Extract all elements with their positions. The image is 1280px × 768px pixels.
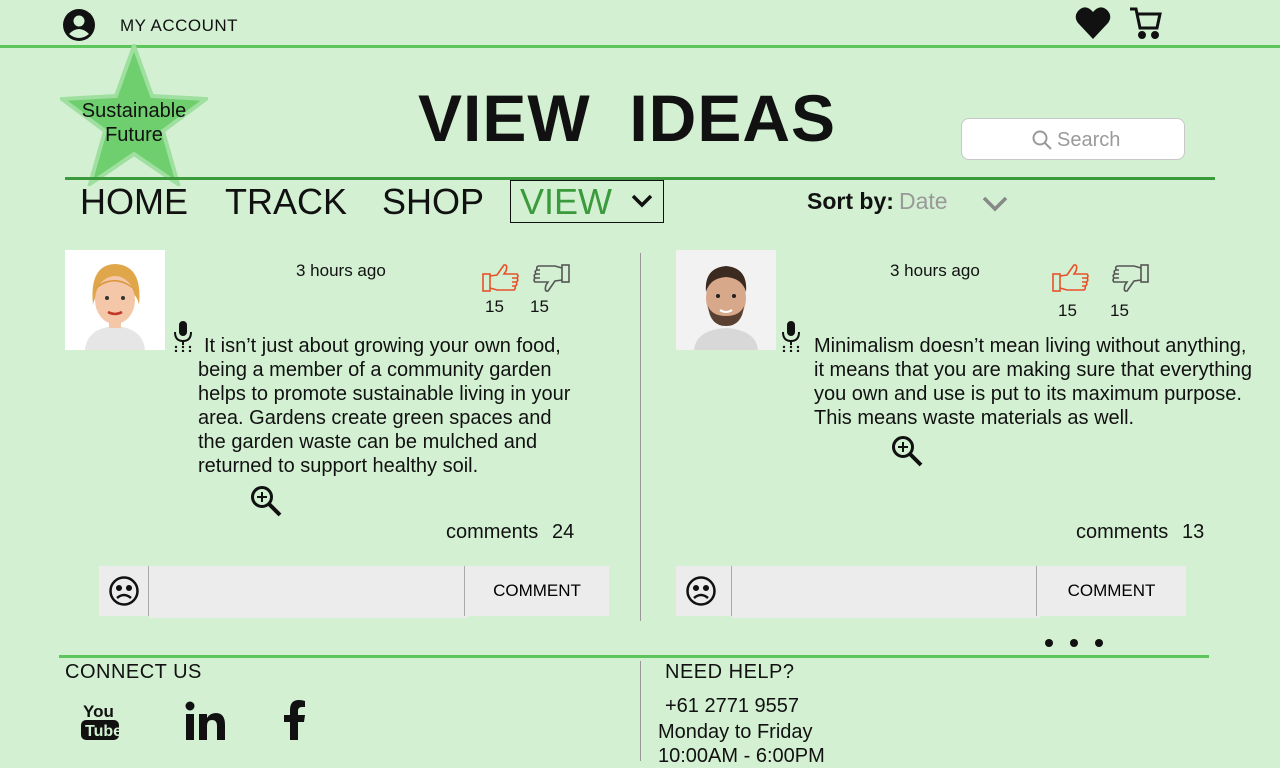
heart-icon[interactable] <box>1074 4 1112 47</box>
avatar-woman <box>65 250 165 350</box>
dot <box>1070 639 1078 647</box>
svg-text:Tube: Tube <box>85 723 120 740</box>
dislike-count: 15 <box>1110 301 1129 320</box>
avatar-man <box>676 250 776 350</box>
microphone-icon[interactable] <box>780 320 802 357</box>
my-account-link[interactable]: MY ACCOUNT <box>120 16 238 36</box>
search-icon <box>1032 130 1052 155</box>
thumbs-up-icon[interactable] <box>1052 262 1090 299</box>
logo-text: Sustainable Future <box>66 99 202 147</box>
post-time: 3 hours ago <box>296 261 386 280</box>
post-text: Minimalism doesn’t mean living without a… <box>814 335 1253 429</box>
zoom-in-icon[interactable] <box>891 435 923 472</box>
thumbs-up-icon[interactable] <box>482 262 520 299</box>
search-box[interactable]: Search <box>961 118 1185 160</box>
comments-count: 13 <box>1182 521 1205 543</box>
page-title: VIEW IDEAS <box>418 81 837 155</box>
comments-label[interactable]: comments <box>446 521 538 544</box>
posts-divider <box>640 253 641 621</box>
opening-days: Monday to Friday <box>658 721 813 743</box>
connect-us-heading: CONNECT US <box>65 661 202 683</box>
nav-shop[interactable]: SHOP <box>382 181 484 223</box>
microphone-icon[interactable] <box>172 320 194 357</box>
comment-form: COMMENT <box>676 566 1186 618</box>
dot <box>1045 639 1053 647</box>
footer-divider <box>59 655 1209 658</box>
opening-hours: 10:00AM - 6:00PM <box>658 745 825 767</box>
nav-home[interactable]: HOME <box>80 181 188 223</box>
comment-form: COMMENT <box>99 566 609 618</box>
comments-count: 24 <box>552 521 575 543</box>
comment-input[interactable] <box>732 566 1040 618</box>
nav-view-label: VIEW <box>520 181 613 222</box>
sort-select[interactable]: Date <box>899 188 948 215</box>
post-time: 3 hours ago <box>890 261 980 280</box>
sort-chevron-down-icon[interactable] <box>982 196 1008 217</box>
thumbs-down-icon[interactable] <box>1111 262 1149 299</box>
comment-input[interactable] <box>149 566 468 618</box>
cart-icon[interactable] <box>1128 4 1164 45</box>
logo-line-2: Future <box>105 124 163 146</box>
comments-label[interactable]: comments <box>1076 521 1168 544</box>
comment-button[interactable]: COMMENT <box>464 566 609 616</box>
phone-number[interactable]: +61 2771 9557 <box>665 695 799 718</box>
youtube-icon[interactable]: You Tube <box>80 700 122 745</box>
emoji-picker-button[interactable] <box>676 566 732 616</box>
zoom-in-icon[interactable] <box>250 485 282 522</box>
nav-track[interactable]: TRACK <box>225 181 347 223</box>
like-count: 15 <box>485 297 504 316</box>
dislike-count: 15 <box>530 297 549 316</box>
like-count: 15 <box>1058 301 1077 320</box>
sort-label: Sort by: <box>807 188 894 214</box>
dot <box>1095 639 1103 647</box>
footer-column-divider <box>640 661 641 761</box>
need-help-heading: NEED HELP? <box>665 661 795 683</box>
thumbs-down-icon[interactable] <box>532 262 570 299</box>
facebook-icon[interactable] <box>284 700 306 745</box>
account-icon[interactable] <box>62 8 96 47</box>
emoji-picker-button[interactable] <box>99 566 149 616</box>
more-dots-icon[interactable] <box>1045 639 1103 647</box>
nav-view-dropdown[interactable]: VIEW <box>510 180 664 223</box>
search-input[interactable]: Search <box>1057 129 1120 152</box>
svg-text:You: You <box>83 702 114 721</box>
linkedin-icon[interactable] <box>184 701 226 746</box>
comment-button[interactable]: COMMENT <box>1036 566 1186 616</box>
post-text: It isn’t just about growing your own foo… <box>198 335 571 477</box>
chevron-down-icon <box>631 194 653 213</box>
logo-line-1: Sustainable <box>81 100 187 122</box>
